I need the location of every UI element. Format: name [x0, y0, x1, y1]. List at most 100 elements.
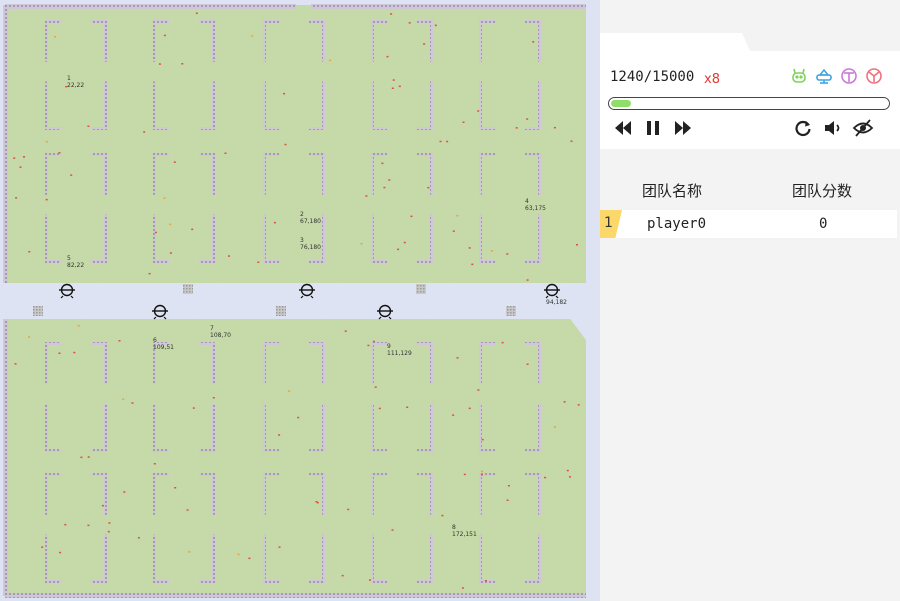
game-progress-bar[interactable]	[608, 97, 890, 110]
road-segments	[5, 283, 568, 319]
food-dot	[87, 456, 90, 458]
food-dot	[456, 357, 459, 359]
food-dot	[278, 546, 281, 548]
food-dot	[131, 402, 134, 404]
player-marker: 2 67,180	[300, 211, 321, 225]
food-dot	[515, 127, 518, 129]
food-dot	[73, 351, 76, 354]
food-dot	[122, 398, 125, 401]
rewind-icon[interactable]	[612, 117, 634, 139]
food-dot	[397, 248, 400, 251]
food-dot	[569, 476, 571, 478]
player-id: 4	[525, 198, 529, 205]
food-dot	[14, 363, 17, 365]
progress-fill	[611, 100, 631, 107]
header-team-score: 团队分数	[792, 182, 853, 200]
food-dot	[181, 63, 184, 65]
food-dot	[87, 524, 90, 527]
player-position: 109,51	[153, 344, 174, 351]
border-wall-left-bottom	[3, 319, 8, 596]
food-dot	[107, 530, 110, 533]
food-dot	[118, 340, 121, 342]
fast-forward-icon[interactable]	[672, 117, 694, 139]
scoreboard-row[interactable]: 1 player0 0	[600, 210, 897, 238]
header-team-name: 团队名称	[642, 182, 703, 200]
food-dot	[273, 221, 276, 224]
fan-icon[interactable]	[865, 67, 883, 85]
supply-crate	[416, 284, 426, 294]
food-dot	[163, 197, 166, 199]
food-dot	[477, 389, 480, 391]
food-dot	[15, 197, 18, 199]
food-dot	[284, 143, 287, 146]
food-dot	[288, 390, 291, 392]
control-box: 1240/15000 x8	[600, 51, 900, 149]
food-dot	[297, 416, 300, 419]
food-dot	[506, 499, 509, 501]
food-dot	[553, 126, 556, 129]
player-id: 3	[300, 237, 304, 244]
food-dot	[344, 330, 347, 332]
player-marker: 6 109,51	[153, 337, 174, 351]
player-id: 9	[387, 343, 391, 350]
player-marker: 4 63,175	[525, 198, 546, 212]
robot-icon[interactable]	[790, 67, 808, 85]
food-dot	[13, 157, 16, 159]
food-dot	[388, 179, 391, 181]
food-dot	[58, 352, 61, 354]
food-dot	[212, 397, 215, 399]
food-dot	[316, 501, 319, 504]
map-canvas	[0, 0, 600, 601]
supply-crate	[506, 306, 516, 316]
food-dot	[406, 406, 409, 408]
food-dot	[45, 141, 48, 143]
food-dot	[563, 401, 566, 403]
food-dot	[45, 198, 48, 201]
food-dot	[391, 87, 394, 89]
food-dot	[570, 140, 573, 142]
player-id: 7	[210, 325, 214, 332]
restart-icon[interactable]	[792, 117, 814, 139]
food-dot	[390, 13, 393, 15]
food-dot	[123, 491, 126, 493]
food-dot	[544, 476, 547, 479]
food-dot	[566, 469, 569, 472]
food-dot	[507, 485, 510, 487]
food-dot	[398, 85, 401, 88]
player-position: 94,182	[546, 299, 567, 306]
food-dot	[154, 231, 157, 234]
food-dot	[408, 22, 411, 24]
pause-icon[interactable]	[642, 117, 664, 139]
player-position: 108,70	[210, 332, 231, 339]
food-dot	[477, 110, 480, 112]
food-dot	[283, 92, 286, 95]
food-dot	[410, 215, 413, 218]
player-id: 1	[67, 75, 71, 82]
food-dot	[577, 404, 580, 406]
food-dot	[329, 59, 332, 62]
food-dot	[452, 414, 455, 416]
volume-icon[interactable]	[822, 117, 844, 139]
food-dot	[553, 426, 556, 428]
player-position: 111,129	[387, 350, 412, 357]
plane-icon[interactable]	[840, 67, 858, 85]
player-marker: 5 82,22	[67, 255, 84, 269]
tank-icon[interactable]	[815, 67, 833, 85]
food-dot	[77, 325, 80, 327]
player-marker: 8 172,151	[452, 524, 477, 538]
game-map[interactable]: 1 22,22 2 67,180 3 76,180 4 63,175 5 82,22 6 109,51…	[0, 0, 600, 601]
food-dot	[468, 247, 471, 249]
player-position: 22,22	[67, 82, 85, 89]
food-dot	[347, 508, 350, 511]
food-dot	[378, 407, 381, 410]
food-dot	[463, 473, 466, 476]
food-dot	[64, 523, 67, 526]
food-dot	[501, 341, 504, 344]
food-dot	[374, 386, 377, 388]
speed-indicator[interactable]: x8	[704, 72, 720, 87]
border-wall-left	[3, 5, 8, 283]
visibility-icon[interactable]	[852, 117, 874, 139]
food-dot	[173, 161, 176, 163]
food-dot	[461, 587, 464, 589]
food-dot	[360, 243, 363, 245]
